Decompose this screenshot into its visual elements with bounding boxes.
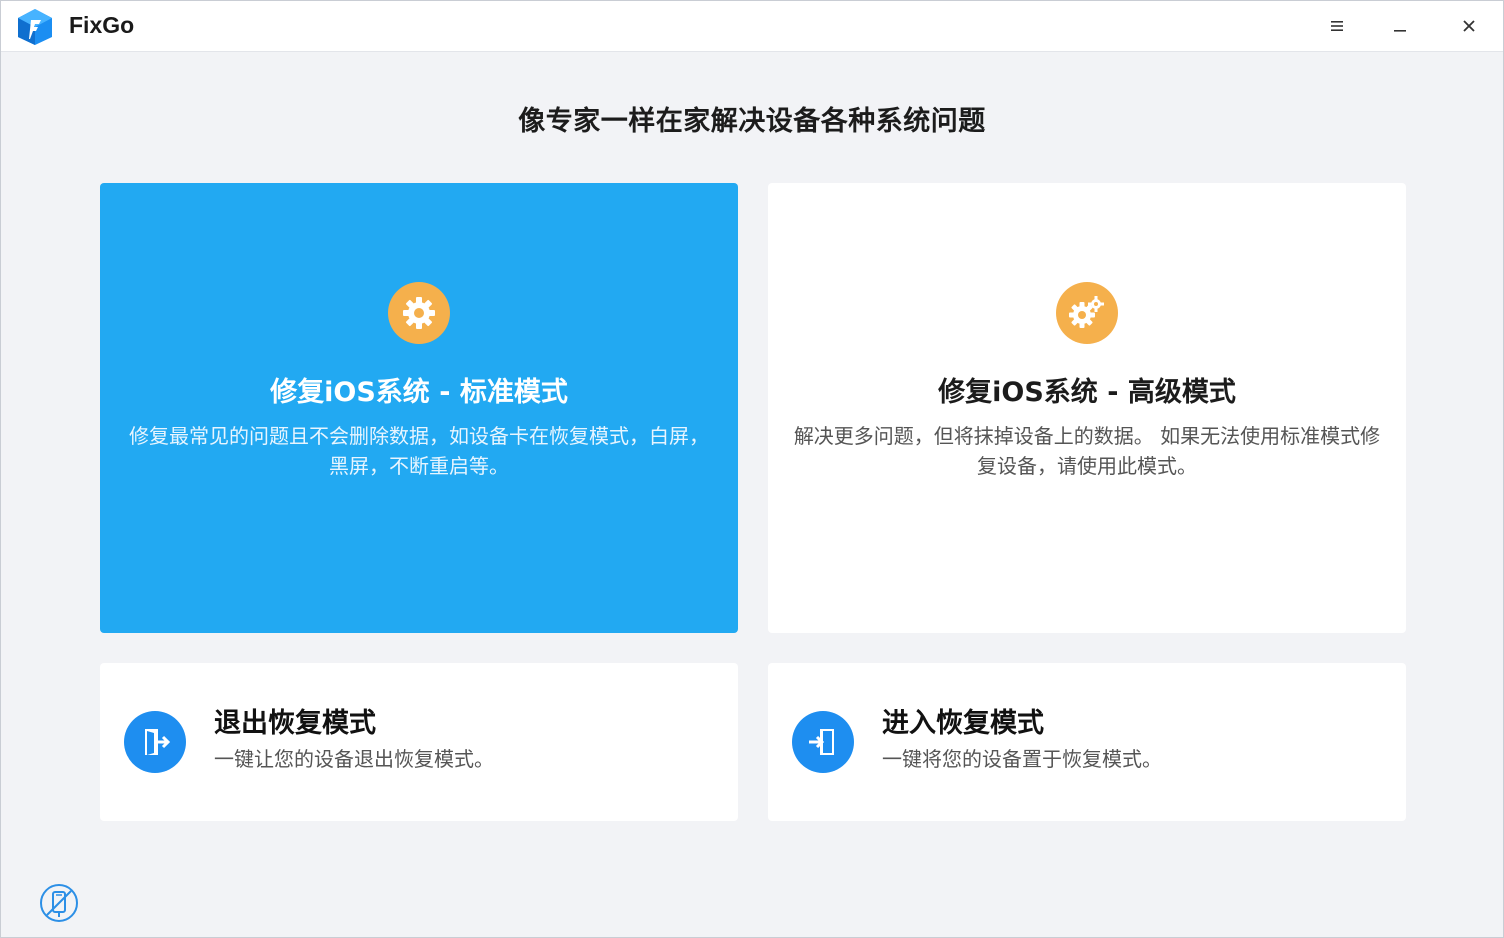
advanced-mode-card[interactable]: 修复iOS系统 - 高级模式 解决更多问题，但将抹掉设备上的数据。 如果无法使用… xyxy=(768,183,1406,633)
standard-mode-description: 修复最常见的问题且不会删除数据，如设备卡在恢复模式，白屏，黑屏，不断重启等。 xyxy=(129,424,709,478)
advanced-mode-icon-circle xyxy=(1056,282,1118,344)
advanced-mode-description: 解决更多问题，但将抹掉设备上的数据。 如果无法使用标准模式修复设备，请使用此模式… xyxy=(793,424,1381,478)
minimize-icon xyxy=(1394,30,1406,32)
enter-recovery-title: 进入恢复模式 xyxy=(882,708,1044,739)
gear-icon xyxy=(403,297,435,329)
exit-recovery-card[interactable]: 退出恢复模式 一键让您的设备退出恢复模式。 xyxy=(100,663,738,821)
standard-mode-card[interactable]: 修复iOS系统 - 标准模式 修复最常见的问题且不会删除数据，如设备卡在恢复模式… xyxy=(100,183,738,633)
hamburger-menu-icon xyxy=(1331,21,1343,31)
close-button[interactable] xyxy=(1454,11,1484,41)
enter-recovery-card[interactable]: 进入恢复模式 一键将您的设备置于恢复模式。 xyxy=(768,663,1406,821)
device-disconnected-icon[interactable] xyxy=(39,883,79,923)
minimize-button[interactable] xyxy=(1385,11,1415,41)
enter-recovery-description: 一键将您的设备置于恢复模式。 xyxy=(882,747,1162,771)
exit-recovery-title: 退出恢复模式 xyxy=(214,708,376,739)
exit-door-icon xyxy=(145,729,171,755)
close-icon xyxy=(1463,20,1475,32)
enter-door-icon xyxy=(809,729,834,755)
exit-recovery-description: 一键让您的设备退出恢复模式。 xyxy=(214,747,494,771)
gears-icon xyxy=(1069,296,1104,328)
exit-recovery-icon-circle xyxy=(124,711,186,773)
standard-mode-title: 修复iOS系统 - 标准模式 xyxy=(270,377,568,408)
page-headline: 像专家一样在家解决设备各种系统问题 xyxy=(518,106,986,137)
fixgo-logo-icon xyxy=(18,9,52,45)
app-title: FixGo xyxy=(69,12,135,38)
advanced-mode-title: 修复iOS系统 - 高级模式 xyxy=(938,377,1236,408)
menu-button[interactable] xyxy=(1322,11,1352,41)
enter-recovery-icon-circle xyxy=(792,711,854,773)
title-bar: FixGo xyxy=(1,1,1503,52)
standard-mode-icon-circle xyxy=(388,282,450,344)
